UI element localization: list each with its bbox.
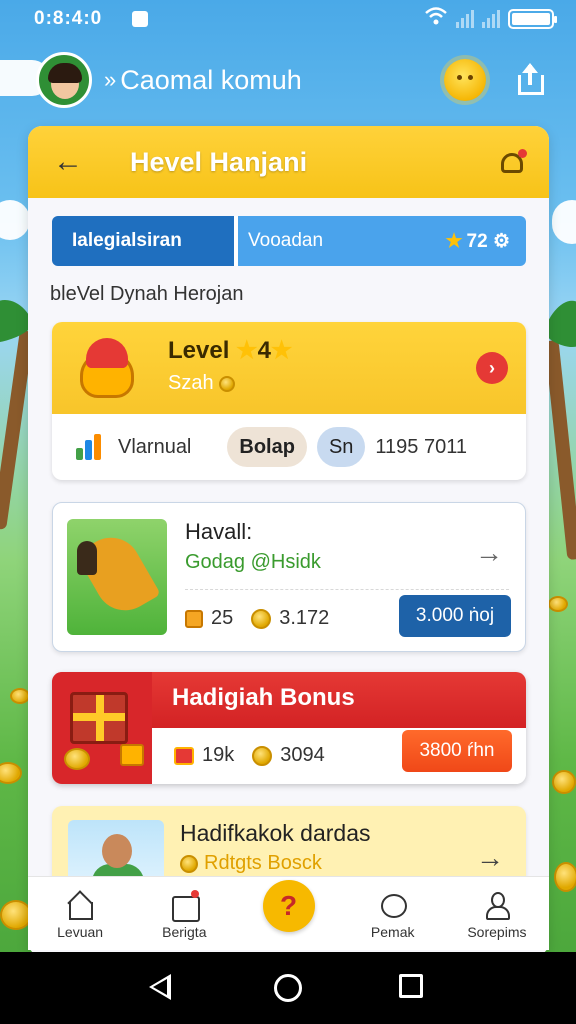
arrow-right-icon[interactable]: → [475, 537, 503, 569]
coin-decoration [10, 688, 30, 704]
bottom-nav: Levuan Berigta ? Pemak Sorepims [28, 876, 549, 950]
coin-icon [64, 748, 90, 770]
star-icon: ★ [236, 337, 258, 364]
level-subtitle: Szah [168, 372, 236, 395]
tab-first[interactable]: Ialegialsiran [52, 216, 238, 266]
chart-icon [74, 432, 108, 462]
level-card[interactable]: Level ★4★ Szah › Vlarnual Bolap Sn 1195 … [52, 322, 526, 480]
pill-button-2[interactable]: Sn [316, 427, 366, 467]
gift-icon [174, 746, 194, 765]
top-header: » Caomal komuh [0, 40, 576, 120]
reward-price-button[interactable]: 3.000 ṅoj [399, 595, 511, 637]
wifi-icon [424, 6, 448, 32]
coin-icon [180, 854, 198, 873]
reward-title: Havall: [185, 519, 253, 544]
bonus-card[interactable]: Hadigiah Bonus 19k 3094 3800 ŕhn [52, 672, 526, 784]
battery-icon [508, 9, 557, 29]
status-icons [424, 6, 557, 32]
main-card: ← Hevel Hanjani Ialegialsiran Vooadan ★ … [28, 126, 549, 956]
system-nav-bar [0, 952, 576, 1024]
reward-card[interactable]: Havall: Godag @Hsidk → 25 3.172 3.000 ṅo… [52, 502, 526, 652]
signal-icon [456, 10, 474, 28]
bell-icon[interactable] [497, 147, 527, 177]
gift-icon [185, 609, 203, 628]
gift-icon [120, 744, 144, 766]
tab-second[interactable]: Vooadan ★ 72 ⚙ [238, 216, 526, 266]
page-title: Hevel Hanjani [130, 146, 308, 177]
home-circle-icon[interactable] [273, 974, 302, 1002]
signal-icon-2 [482, 10, 500, 28]
chat-icon [378, 890, 408, 920]
home-icon [65, 890, 95, 920]
bonus-stats: 19k 3094 [174, 744, 325, 767]
coin-icon [219, 375, 236, 392]
notification-icon [132, 11, 149, 27]
level-card-bottom: Vlarnual Bolap Sn 1195 7011 [52, 414, 526, 480]
recents-square-icon[interactable] [399, 974, 427, 1002]
coin-decoration [548, 596, 568, 612]
calendar-icon [169, 890, 201, 922]
bonus-price-button[interactable]: 3800 ŕhn [402, 730, 512, 772]
user-name[interactable]: » Caomal komuh [104, 65, 302, 96]
level-title: Level ★4★ [168, 336, 292, 365]
nav-item-home[interactable]: Levuan [28, 890, 132, 950]
mascot-icon [76, 336, 140, 400]
bonus-title: Hadigiah Bonus [172, 684, 355, 711]
reward-subtitle: Godag @Hsidk [185, 551, 321, 573]
yellow-card-subtitle-label: Rdtgts Bosck [204, 852, 322, 874]
chevron-icon: » [104, 67, 117, 92]
reward-stats: 25 3.172 [185, 607, 329, 630]
help-icon: ? [262, 880, 315, 932]
reward-stat-2: 3.172 [279, 607, 330, 629]
coin-decoration [554, 862, 576, 892]
tab-second-label: Vooadan [248, 230, 324, 251]
star-icon: ★ [270, 337, 293, 364]
level-bottom-label: Vlarnual [118, 435, 192, 458]
level-bottom-value: 1195 7011 [375, 435, 467, 458]
tab-badge-value: 72 ⚙ [466, 230, 510, 252]
avatar[interactable] [36, 52, 92, 108]
nav-label-calendar: Berigta [162, 924, 207, 940]
bonus-stat-2: 3094 [280, 744, 325, 766]
nav-label-home: Levuan [57, 924, 104, 940]
kite-image [67, 519, 167, 635]
profile-icon [482, 890, 512, 920]
level-go-button[interactable]: › [476, 352, 508, 384]
reward-stat-1: 25 [211, 607, 234, 629]
pill-button-1[interactable]: Bolap [227, 427, 307, 467]
tab-badge: ★ 72 ⚙ [446, 230, 511, 253]
nav-label-profile: Sorepims [467, 924, 527, 940]
yellow-card-title: Hadifkakok dardas [180, 820, 371, 846]
card-header: ← Hevel Hanjani [28, 126, 549, 198]
arrow-right-icon[interactable]: → [476, 842, 504, 874]
level-subtitle-label: Szah [168, 372, 214, 394]
nav-item-chat[interactable]: Pemak [341, 890, 445, 950]
user-name-label: Caomal komuh [120, 64, 302, 95]
star-icon: ★ [445, 230, 463, 252]
nav-label-chat: Pemak [370, 924, 415, 940]
divider [185, 589, 509, 590]
nav-item-help[interactable]: ? [236, 880, 340, 950]
status-bar: 0:8:4:0 [0, 0, 576, 38]
back-button[interactable]: ← [50, 144, 86, 180]
bonus-stat-1: 19k [202, 744, 235, 766]
level-title-label: Level [168, 337, 230, 364]
sun-icon[interactable] [444, 59, 486, 101]
share-icon[interactable] [516, 63, 546, 95]
yellow-card-subtitle: Rdtgts Bosck [180, 852, 322, 875]
level-number: 4 [257, 337, 271, 364]
coin-decoration [552, 770, 576, 794]
tab-bar: Ialegialsiran Vooadan ★ 72 ⚙ [52, 216, 526, 266]
section-title: bleVel Dynah Herojan [50, 283, 244, 305]
back-triangle-icon[interactable] [148, 974, 177, 1002]
level-card-top: Level ★4★ Szah › [52, 322, 526, 414]
status-time: 0:8:4:0 [34, 8, 103, 29]
nav-item-profile[interactable]: Sorepims [445, 890, 549, 950]
gift-box-icon [70, 692, 128, 744]
coin-icon [252, 745, 273, 766]
nav-item-calendar[interactable]: Berigta [132, 890, 236, 950]
coin-icon [251, 608, 272, 629]
